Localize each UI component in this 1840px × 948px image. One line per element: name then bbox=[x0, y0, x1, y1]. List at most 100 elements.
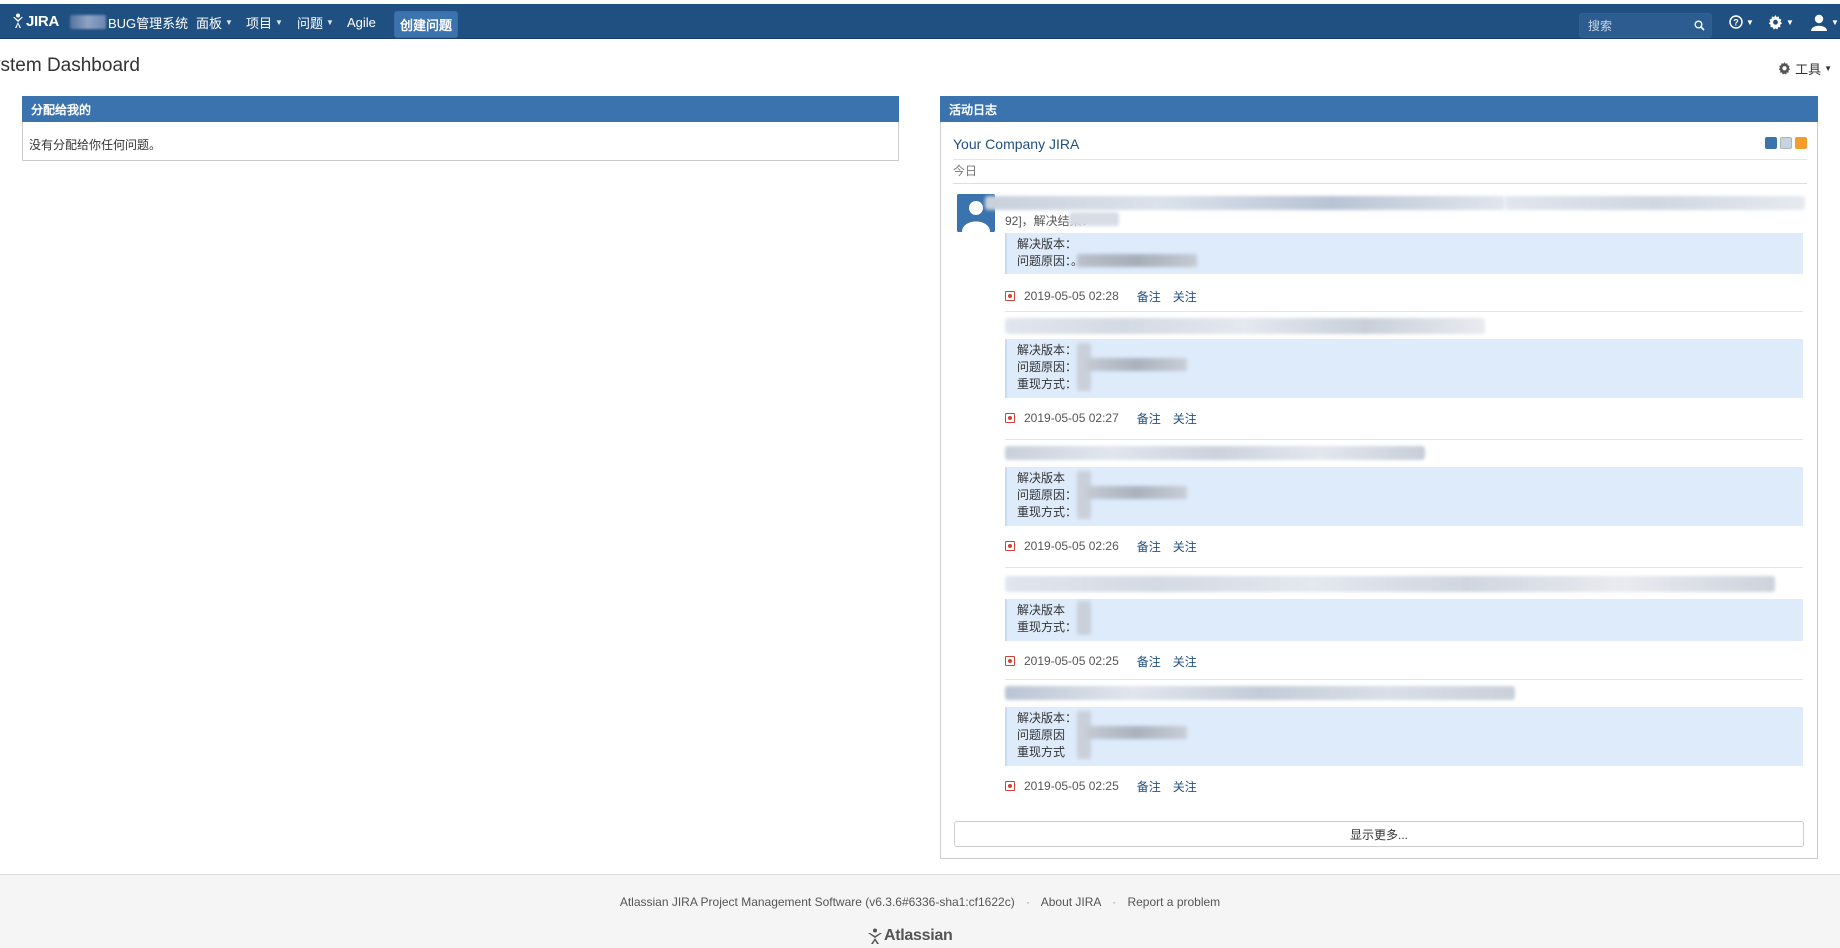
divider bbox=[1005, 439, 1803, 440]
divider bbox=[953, 159, 1807, 160]
svg-text:?: ? bbox=[1733, 18, 1739, 28]
activity-details: 解决版本： 问题原因： 重现方式： bbox=[1005, 339, 1803, 398]
user-menu[interactable]: ▼ bbox=[1810, 13, 1839, 31]
activity-meta: 2019-05-05 02:25 备注 关注 bbox=[1005, 651, 1803, 671]
activity-summary[interactable] bbox=[1005, 314, 1803, 336]
watch-link[interactable]: 关注 bbox=[1173, 288, 1197, 305]
activity-details: 解决版本： 问题原因 重现方式 bbox=[1005, 707, 1803, 766]
gear-icon bbox=[1778, 62, 1791, 75]
divider bbox=[1005, 679, 1803, 680]
chevron-down-icon: ▼ bbox=[225, 17, 233, 27]
activity-details: 解决版本： 问题原因：。 bbox=[1005, 233, 1803, 274]
help-menu[interactable]: ? ▼ bbox=[1729, 15, 1754, 29]
show-more-button[interactable]: 显示更多... bbox=[954, 821, 1804, 847]
activity-entry: 解决版本： 问题原因 重现方式 2019-05-05 02:25 备注 关注 bbox=[1005, 682, 1803, 796]
nav-projects[interactable]: 项目 ▼ bbox=[246, 13, 283, 31]
avatar-icon bbox=[1811, 14, 1827, 31]
bug-icon[interactable] bbox=[1005, 291, 1015, 301]
system-name-label: BUG管理系统 bbox=[108, 15, 189, 31]
bug-icon[interactable] bbox=[1005, 413, 1015, 423]
redacted-text bbox=[1087, 358, 1187, 371]
report-problem-link[interactable]: Report a problem bbox=[1127, 895, 1220, 909]
bug-icon[interactable] bbox=[1005, 541, 1015, 551]
version-link[interactable]: Atlassian JIRA Project Management Softwa… bbox=[620, 895, 1015, 909]
rss-icon[interactable] bbox=[1795, 137, 1807, 149]
watch-link[interactable]: 关注 bbox=[1173, 778, 1197, 795]
footer: Atlassian JIRA Project Management Softwa… bbox=[0, 874, 1840, 948]
activity-summary[interactable] bbox=[1005, 442, 1803, 464]
activity-meta: 2019-05-05 02:28 备注 关注 bbox=[1005, 286, 1803, 306]
divider bbox=[1005, 567, 1803, 568]
timestamp: 2019-05-05 02:25 bbox=[1024, 654, 1119, 668]
tools-menu[interactable]: 工具 ▼ bbox=[1778, 59, 1832, 78]
nav-agile[interactable]: Agile bbox=[347, 13, 376, 31]
nav-issues-label: 问题 bbox=[297, 15, 324, 31]
empty-message: 没有分配给你任何问题。 bbox=[29, 138, 162, 152]
nav-dashboards[interactable]: 面板 ▼ bbox=[196, 13, 233, 31]
comment-link[interactable]: 备注 bbox=[1137, 288, 1161, 305]
logo-text: JIRA bbox=[26, 12, 59, 30]
search-icon[interactable] bbox=[1694, 20, 1705, 31]
admin-menu[interactable]: ▼ bbox=[1768, 15, 1794, 30]
field-fix-version: 解决版本： bbox=[1017, 711, 1078, 725]
chevron-down-icon: ▼ bbox=[1746, 17, 1754, 27]
comment-link[interactable]: 备注 bbox=[1137, 653, 1161, 670]
activity-summary[interactable]: 92]，解决结果： bbox=[985, 194, 1805, 230]
redacted-text bbox=[1005, 576, 1775, 592]
day-label: 今日 bbox=[953, 164, 978, 178]
page-title: ystem Dashboard bbox=[0, 55, 140, 76]
bug-icon[interactable] bbox=[1005, 781, 1015, 791]
activity-meta: 2019-05-05 02:25 备注 关注 bbox=[1005, 776, 1803, 796]
footer-links: Atlassian JIRA Project Management Softwa… bbox=[0, 895, 1840, 909]
create-issue-button[interactable]: 创建问题 bbox=[394, 11, 458, 38]
watch-link[interactable]: 关注 bbox=[1173, 410, 1197, 427]
field-fix-version: 解决版本 bbox=[1017, 603, 1066, 617]
stream-view-controls bbox=[1765, 137, 1807, 149]
nav-dashboards-label: 面板 bbox=[196, 15, 223, 31]
gadget-title[interactable]: 分配给我的 bbox=[22, 96, 899, 122]
redacted-text bbox=[1077, 254, 1197, 267]
top-navigation-bar: JIRA BUG管理系统 面板 ▼ 项目 ▼ 问题 ▼ Agile 创建问题 搜索 ?… bbox=[0, 4, 1840, 39]
field-fix-version: 解决版本 bbox=[1017, 471, 1066, 485]
watch-link[interactable]: 关注 bbox=[1173, 653, 1197, 670]
activity-details: 解决版本 问题原因： 重现方式： bbox=[1005, 467, 1803, 526]
divider bbox=[1005, 311, 1803, 312]
redacted-text bbox=[1069, 212, 1119, 226]
redacted-text bbox=[1505, 196, 1805, 210]
chevron-down-icon: ▼ bbox=[275, 17, 283, 27]
activity-details: 解决版本 重现方式： bbox=[1005, 599, 1803, 641]
comment-link[interactable]: 备注 bbox=[1137, 778, 1161, 795]
activity-summary[interactable] bbox=[1005, 682, 1803, 704]
comment-link[interactable]: 备注 bbox=[1137, 410, 1161, 427]
field-repro-steps: 重现方式： bbox=[1017, 620, 1078, 634]
gadget-title[interactable]: 活动日志 bbox=[940, 96, 1818, 122]
timestamp: 2019-05-05 02:28 bbox=[1024, 289, 1119, 303]
jira-logo[interactable]: JIRA bbox=[12, 12, 59, 30]
field-repro-steps: 重现方式 bbox=[1017, 745, 1066, 759]
field-repro-steps: 重现方式： bbox=[1017, 505, 1078, 519]
chevron-down-icon: ▼ bbox=[1824, 64, 1832, 73]
bug-icon[interactable] bbox=[1005, 656, 1015, 666]
assigned-to-me-gadget: 分配给我的 没有分配给你任何问题。 bbox=[22, 96, 899, 161]
field-fix-version: 解决版本： bbox=[1017, 237, 1078, 251]
comment-link[interactable]: 备注 bbox=[1137, 538, 1161, 555]
search-placeholder: 搜索 bbox=[1588, 19, 1613, 33]
redacted-text bbox=[985, 196, 1505, 210]
jira-logo-icon bbox=[13, 13, 23, 28]
nav-projects-label: 项目 bbox=[246, 15, 273, 31]
list-view-icon[interactable] bbox=[1765, 137, 1777, 149]
search-input[interactable]: 搜索 bbox=[1579, 13, 1712, 38]
field-repro-steps: 重现方式： bbox=[1017, 377, 1078, 391]
atlassian-logo[interactable]: Atlassian bbox=[866, 927, 953, 945]
about-jira-link[interactable]: About JIRA bbox=[1041, 895, 1101, 909]
system-name[interactable]: BUG管理系统 bbox=[70, 13, 188, 31]
stream-title[interactable]: Your Company JIRA bbox=[953, 136, 1079, 152]
field-fix-version: 解决版本： bbox=[1017, 343, 1078, 357]
nav-agile-label: Agile bbox=[347, 14, 376, 30]
watch-link[interactable]: 关注 bbox=[1173, 538, 1197, 555]
full-view-icon[interactable] bbox=[1780, 137, 1792, 149]
redacted-text bbox=[1087, 726, 1187, 739]
nav-issues[interactable]: 问题 ▼ bbox=[297, 13, 334, 31]
divider bbox=[953, 183, 1807, 184]
activity-summary[interactable] bbox=[1005, 570, 1803, 596]
